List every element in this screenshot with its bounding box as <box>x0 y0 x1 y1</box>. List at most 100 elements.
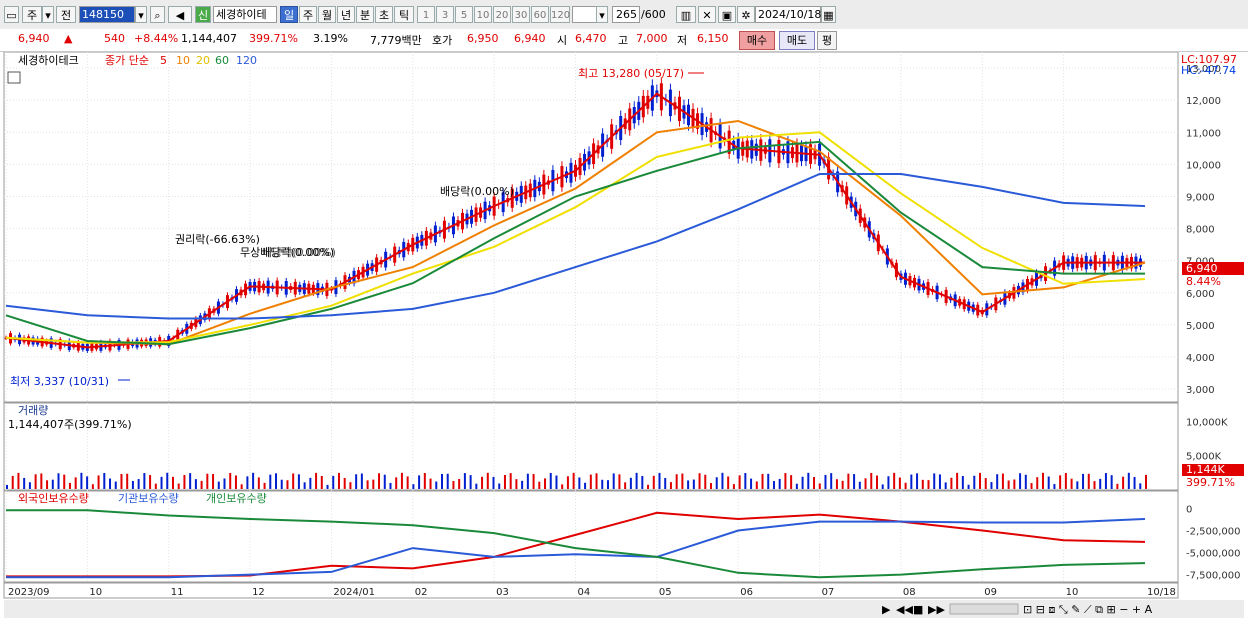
volume-bar <box>269 474 272 489</box>
volume-bar <box>641 475 644 489</box>
sell-button[interactable]: 매도 <box>779 31 815 50</box>
volume-bar <box>1082 473 1085 489</box>
volume-bar <box>1024 474 1027 489</box>
count-input[interactable]: 265 <box>612 6 640 23</box>
x-tick-label: 10 <box>89 587 102 598</box>
volume-bar <box>858 481 861 489</box>
volume-bar <box>704 474 707 489</box>
high-label: 고 <box>618 34 629 47</box>
quote-volume: 1,144,407 <box>181 32 237 45</box>
annotation-rights: 권리락(-66.63%) <box>175 233 260 246</box>
volume-badge-value: 1,144K <box>1186 463 1225 476</box>
x-tick-label: 04 <box>578 587 591 598</box>
volume-bar <box>97 475 100 489</box>
volume-bar <box>544 478 547 489</box>
volume-bar <box>887 476 890 489</box>
tab-day[interactable]: 일 <box>280 6 298 23</box>
volume-tick-label: 5,000K <box>1186 451 1222 462</box>
annotation-dividend-2: 배당락(0.00%) <box>262 246 336 259</box>
volume-bar <box>252 472 255 489</box>
holdings-tick-label: -2,500,000 <box>1186 526 1241 537</box>
date-input[interactable]: 2024/10/18 <box>755 6 821 23</box>
stock-chart: 3,0004,0005,0006,0007,0008,0009,00010,00… <box>3 52 1244 618</box>
legend-ma60: 60 <box>215 54 229 67</box>
period-dropdown[interactable]: 주 <box>22 6 42 23</box>
chevron-down-icon[interactable]: ▾ <box>42 6 54 23</box>
volume-bar <box>515 479 518 489</box>
volume-bar <box>435 481 438 489</box>
flat-button[interactable]: 평 <box>817 31 837 50</box>
interval-20[interactable]: 20 <box>493 6 511 23</box>
volume-bar <box>257 477 260 489</box>
chevron-down-icon[interactable]: ▾ <box>596 6 608 23</box>
interval-60[interactable]: 60 <box>531 6 549 23</box>
first-page-icon[interactable]: ◀◀ <box>896 603 913 616</box>
tab-second[interactable]: 초 <box>375 6 393 23</box>
quote-amount: 7,779백만 <box>370 34 422 47</box>
volume-bar <box>1070 478 1073 489</box>
volume-bar <box>372 479 375 489</box>
volume-bar <box>864 478 867 489</box>
stock-code-input[interactable]: 148150 <box>79 6 135 23</box>
save-icon[interactable]: ▣ <box>718 6 736 23</box>
volume-bar <box>521 480 524 489</box>
x-tick-label: 08 <box>903 587 916 598</box>
last-page-icon[interactable]: ▶▶ <box>928 603 945 616</box>
interval-10[interactable]: 10 <box>474 6 492 23</box>
volume-bar <box>486 472 489 489</box>
open-label: 시 <box>557 34 568 47</box>
stop-icon[interactable]: ■ <box>913 603 923 616</box>
zoom-slider[interactable] <box>949 603 1019 615</box>
market-button[interactable]: 전 <box>56 6 76 23</box>
volume-bar <box>28 482 31 489</box>
tool-icons[interactable]: ⊡ ⊟ ⧈ ⤡ ✎ ⟋ ⧉ ⊞ − + A <box>1023 603 1153 616</box>
volume-bar <box>326 484 329 489</box>
volume-bar <box>275 473 278 489</box>
search-icon[interactable]: ⌕ <box>150 6 165 23</box>
buy-button[interactable]: 매수 <box>739 31 775 50</box>
legend-ma5: 5 <box>160 54 167 67</box>
volume-bar <box>624 482 627 489</box>
tab-week[interactable]: 주 <box>299 6 317 23</box>
price-badge-pct: 8.44% <box>1186 275 1221 288</box>
volume-bar <box>738 475 741 489</box>
table-toggle-icon[interactable] <box>7 71 21 84</box>
tab-minute[interactable]: 분 <box>356 6 374 23</box>
tab-tick[interactable]: 틱 <box>394 6 414 23</box>
volume-bar <box>395 477 398 489</box>
calendar-icon[interactable]: ▦ <box>821 6 836 23</box>
volume-bar <box>904 482 907 489</box>
scroll-right-icon[interactable]: ▶ <box>882 603 891 616</box>
interval-3[interactable]: 3 <box>436 6 454 23</box>
volume-bar <box>612 473 615 489</box>
volume-bar <box>1053 484 1056 489</box>
window-icon[interactable]: ▭ <box>4 6 19 23</box>
volume-bar <box>944 482 947 489</box>
volume-bar <box>171 476 174 489</box>
tab-year[interactable]: 년 <box>337 6 355 23</box>
volume-bar <box>332 475 335 489</box>
gear-icon[interactable]: ✲ <box>737 6 755 23</box>
candle-settings-icon[interactable]: ▥ <box>676 6 696 23</box>
volume-bar <box>223 478 226 489</box>
volume-bar <box>830 473 833 489</box>
volume-bar <box>595 473 598 489</box>
holdings-tick-label: 0 <box>1186 504 1192 515</box>
legend-ma120: 120 <box>236 54 257 67</box>
x-tick-label: 2023/09 <box>8 587 50 598</box>
interval-5[interactable]: 5 <box>455 6 473 23</box>
chevron-down-icon[interactable]: ▾ <box>135 6 147 23</box>
interval-1[interactable]: 1 <box>417 6 435 23</box>
legend-stock-name: 세경하이테크 <box>18 53 79 67</box>
volume-bar <box>1001 473 1004 489</box>
interval-120[interactable]: 120 <box>550 6 570 23</box>
speaker-icon[interactable]: ◀ <box>168 6 192 23</box>
volume-bar <box>343 477 346 489</box>
interval-30[interactable]: 30 <box>512 6 530 23</box>
price-badge-value: 6,940 <box>1186 262 1218 275</box>
tab-month[interactable]: 월 <box>318 6 336 23</box>
volume-bar <box>315 472 318 489</box>
volume-bar <box>1013 479 1016 489</box>
crosshair-icon[interactable]: ✕ <box>698 6 716 23</box>
volume-bar <box>412 484 415 489</box>
